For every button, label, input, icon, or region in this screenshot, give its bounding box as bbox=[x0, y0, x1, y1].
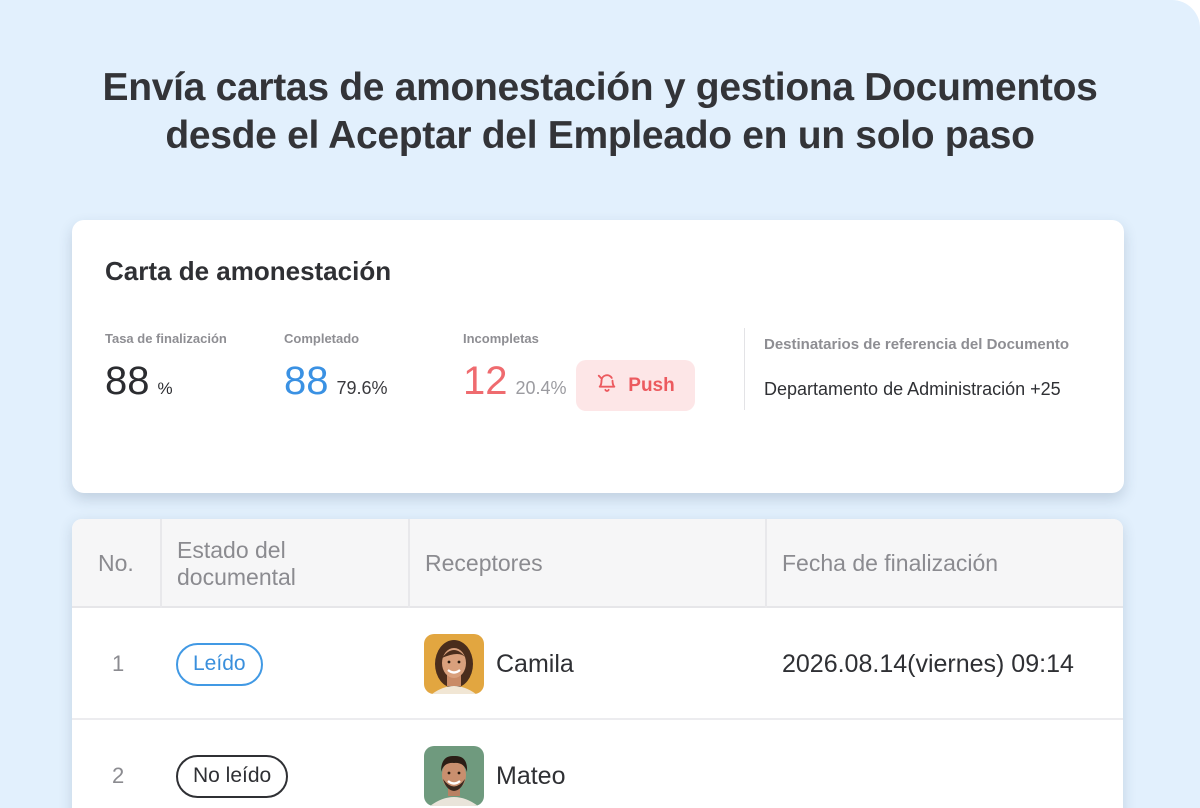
stat-value: 12 bbox=[463, 359, 508, 403]
header-receivers: Receptores bbox=[425, 550, 543, 576]
table-row[interactable]: 1 Leído Camila 2026.08.14(viernes) 09:14 bbox=[72, 608, 1123, 720]
header-divider bbox=[160, 519, 162, 608]
row-number: 1 bbox=[112, 651, 125, 676]
avatar bbox=[424, 634, 484, 694]
warning-letter-card: Carta de amonestación Tasa de finalizaci… bbox=[72, 220, 1124, 493]
reference-label: Destinatarios de referencia del Document… bbox=[764, 336, 1070, 353]
header-divider bbox=[765, 519, 767, 608]
push-button-label: Push bbox=[628, 374, 675, 396]
header-divider bbox=[408, 519, 410, 608]
stat-label: Tasa de finalización bbox=[105, 331, 227, 346]
card-title: Carta de amonestación bbox=[105, 256, 392, 286]
recipients-table: No. Estado del documental Receptores Fec… bbox=[72, 519, 1123, 808]
avatar bbox=[424, 746, 484, 806]
header-status: Estado del documental bbox=[177, 519, 296, 608]
headline-line-1: Envía cartas de amonestación y gestiona … bbox=[102, 66, 1098, 109]
header-status-line-2: documental bbox=[177, 563, 296, 590]
receiver-name: Mateo bbox=[496, 761, 566, 790]
header-status-line-1: Estado del bbox=[177, 536, 286, 563]
completion-date: 2026.08.14(viernes) 09:14 bbox=[782, 649, 1074, 678]
stat-value: 88 bbox=[284, 359, 329, 403]
status-badge-unread: No leído bbox=[176, 754, 289, 798]
stat-value: 88 bbox=[105, 359, 150, 403]
divider bbox=[744, 328, 745, 410]
stat-completed: Completado 88 79.6% bbox=[284, 331, 388, 403]
reference-value: Departamento de Administración +25 bbox=[764, 379, 1061, 399]
headline-line-2: desde el Aceptar del Empleado en un solo… bbox=[165, 114, 1035, 157]
stat-label: Incompletas bbox=[463, 331, 539, 346]
promo-panel: Envía cartas de amonestación y gestiona … bbox=[0, 0, 1200, 808]
header-date: Fecha de finalización bbox=[782, 550, 999, 576]
receiver-name: Camila bbox=[496, 649, 574, 678]
stat-completion-rate: Tasa de finalización 88 % bbox=[105, 331, 227, 403]
push-button[interactable]: Push bbox=[576, 360, 695, 411]
stat-percent: 79.6% bbox=[336, 378, 388, 398]
table-row[interactable]: 2 No leído Mateo bbox=[72, 720, 1123, 808]
stat-unit: % bbox=[157, 379, 173, 398]
status-badge-read: Leído bbox=[176, 642, 263, 686]
stat-incomplete: Incompletas 12 20.4% bbox=[463, 331, 567, 403]
table-header: No. Estado del documental Receptores Fec… bbox=[72, 519, 1123, 608]
bell-icon bbox=[596, 372, 618, 400]
row-number: 2 bbox=[112, 763, 125, 788]
stat-label: Completado bbox=[284, 331, 360, 346]
stat-percent: 20.4% bbox=[515, 378, 567, 398]
header-no: No. bbox=[98, 550, 134, 576]
page-headline: Envía cartas de amonestación y gestiona … bbox=[0, 64, 1200, 160]
